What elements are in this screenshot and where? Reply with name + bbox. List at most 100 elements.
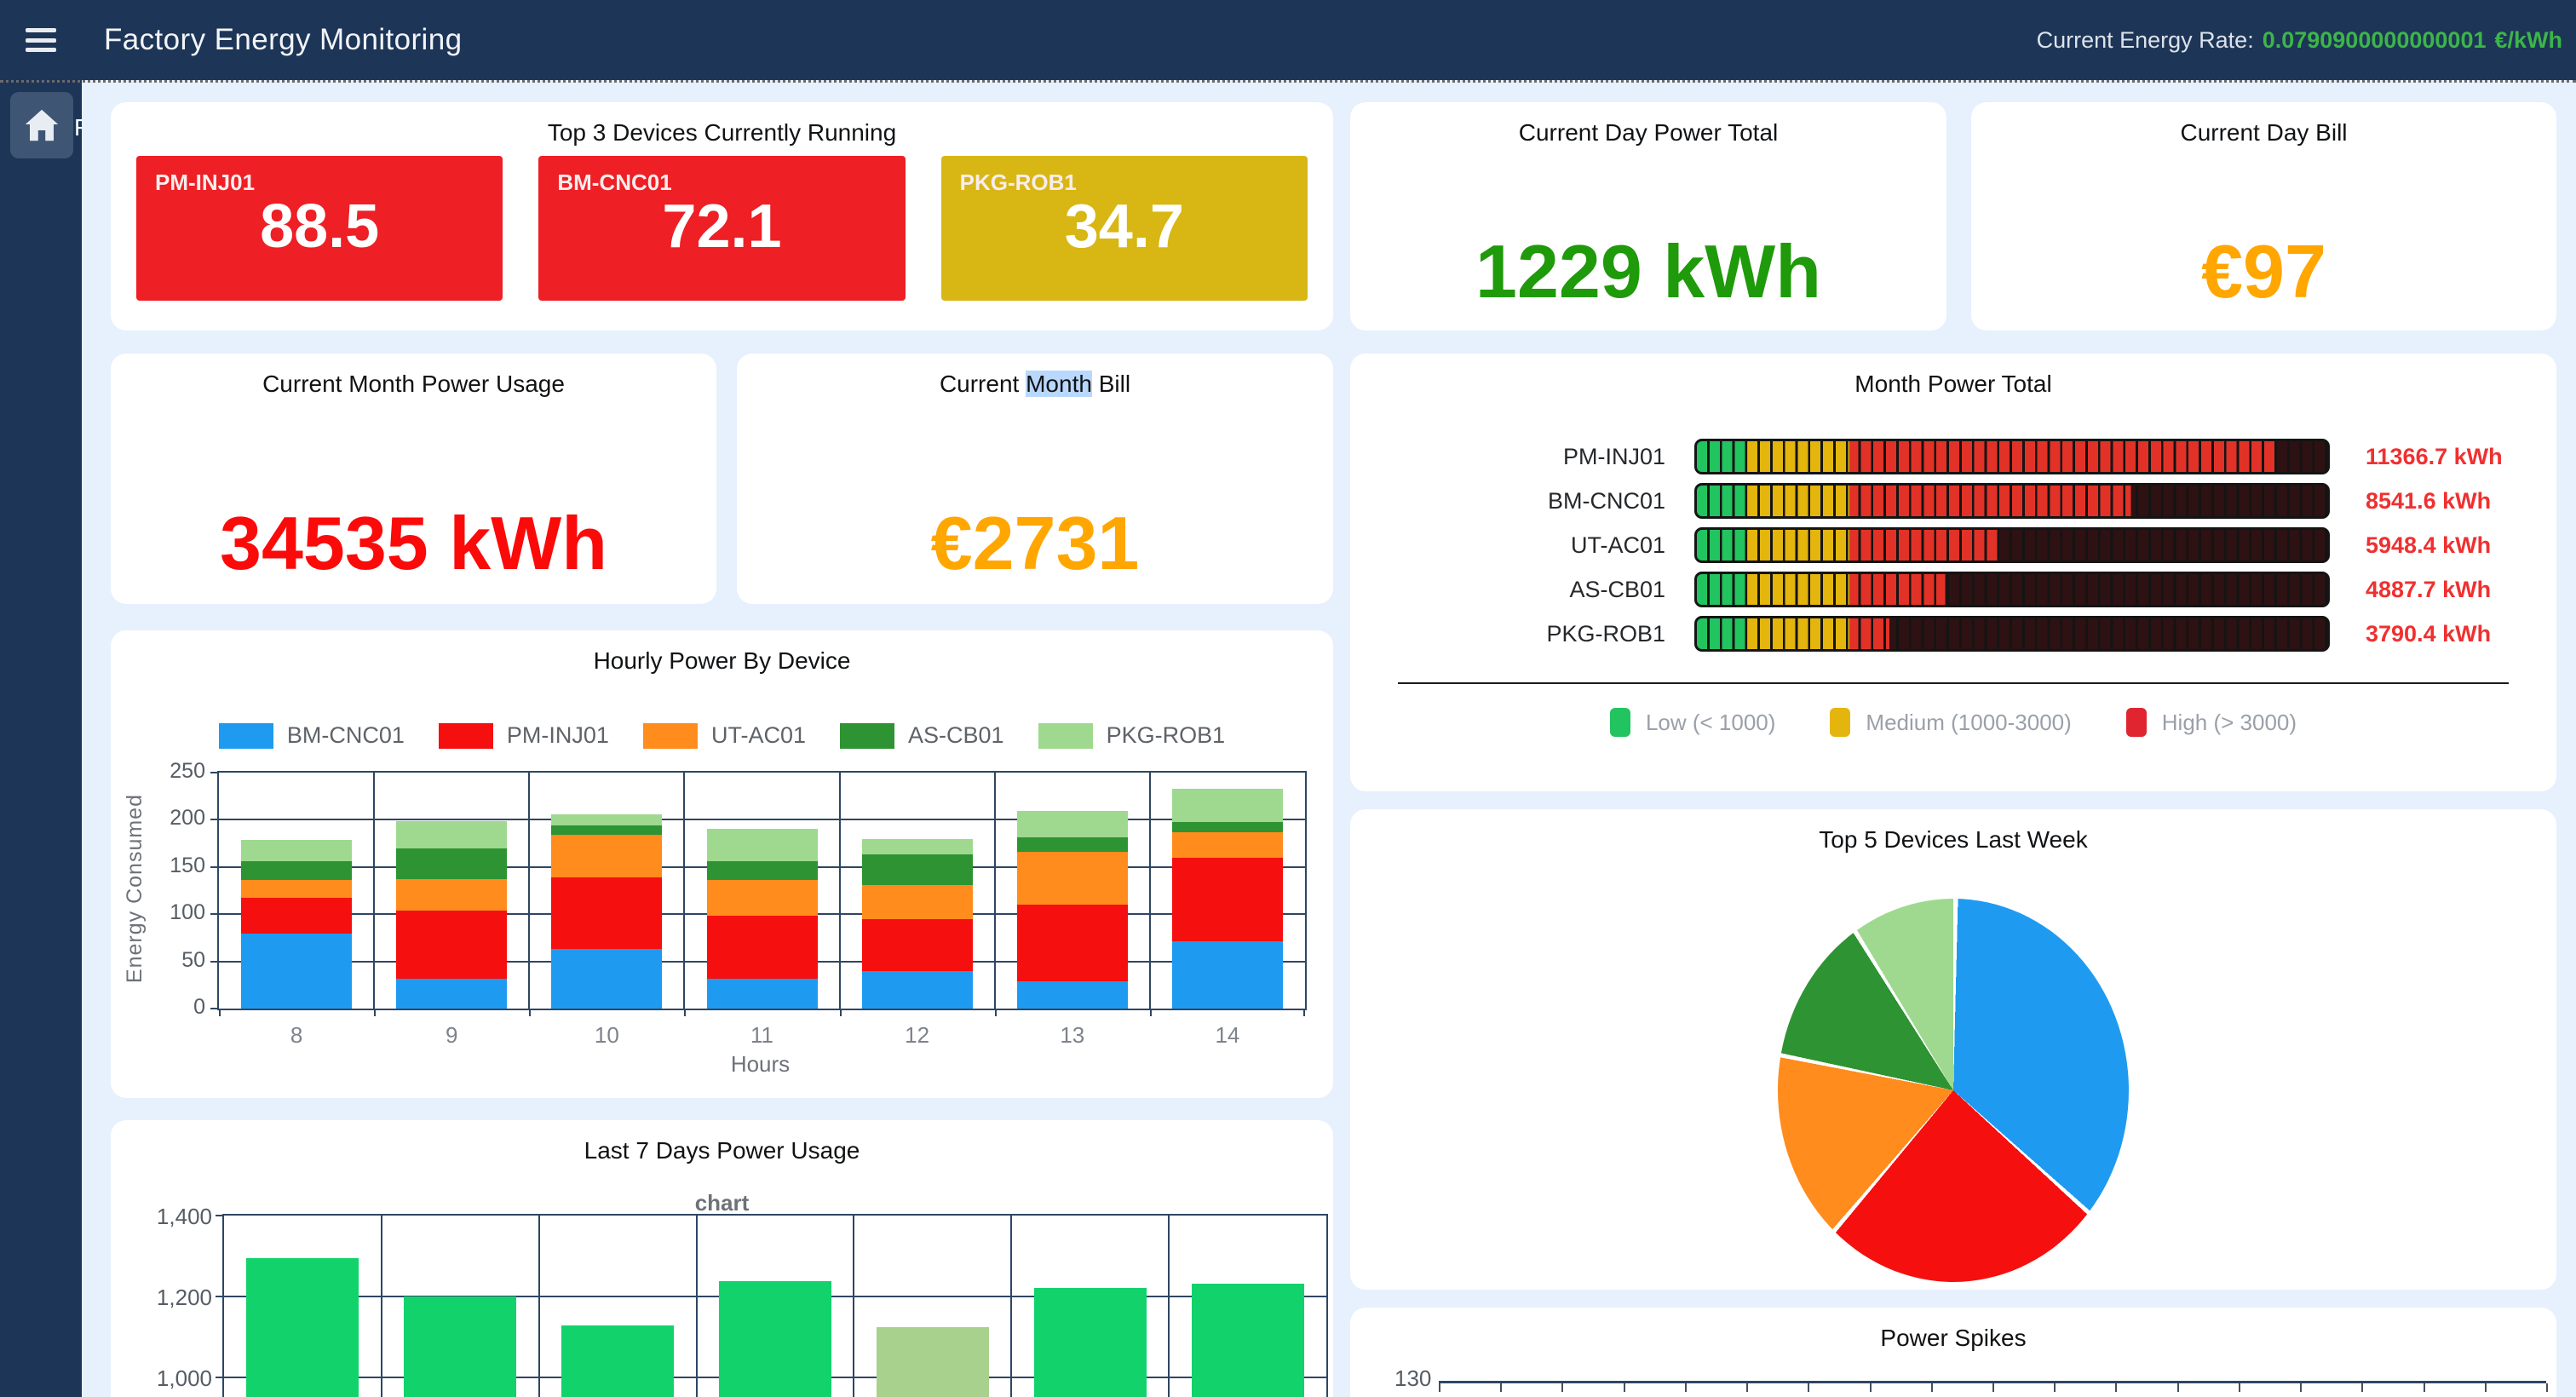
bar-segment-AS-CB01[interactable] [1172, 822, 1283, 832]
legend-item: Low (< 1000) [1610, 708, 1775, 737]
bar-segment-AS-CB01[interactable] [241, 861, 352, 880]
bar-segment-PM-INJ01[interactable] [862, 919, 973, 971]
x-tick-mark [2361, 1383, 2363, 1392]
bar-segment-UT-AC01[interactable] [1017, 852, 1128, 905]
legend-label: BM-CNC01 [287, 722, 405, 749]
legend-item[interactable]: PKG-ROB1 [1038, 722, 1226, 749]
gridline-vertical [528, 773, 530, 1009]
bar[interactable] [1034, 1288, 1147, 1397]
bar-segment-BM-CNC01[interactable] [241, 934, 352, 1009]
bar-segment-PM-INJ01[interactable] [1017, 905, 1128, 981]
bar-segment-AS-CB01[interactable] [862, 854, 973, 884]
bar-segment-AS-CB01[interactable] [396, 848, 507, 880]
x-tick-mark [1992, 1383, 1994, 1392]
bar-plot[interactable]: 1,4001,2001,000 [222, 1214, 1328, 1397]
gauge-device-label: UT-AC01 [1384, 532, 1694, 559]
bar-segment-UT-AC01[interactable] [1172, 832, 1283, 858]
bar-segment-PM-INJ01[interactable] [241, 898, 352, 934]
bar[interactable] [877, 1327, 989, 1397]
bar-segment-PM-INJ01[interactable] [396, 911, 507, 979]
bar-segment-PM-INJ01[interactable] [707, 916, 818, 978]
bar-segment-BM-CNC01[interactable] [396, 979, 507, 1009]
device-tile[interactable]: BM-CNC01 72.1 [538, 156, 905, 301]
x-tick-mark [1624, 1383, 1625, 1392]
x-axis-title: Hours [217, 1051, 1303, 1078]
device-tile[interactable]: PKG-ROB1 34.7 [941, 156, 1308, 301]
bar[interactable] [719, 1281, 831, 1397]
bar-segment-UT-AC01[interactable] [241, 880, 352, 898]
hamburger-menu-icon[interactable] [26, 28, 56, 52]
bar-segment-PKG-ROB1[interactable] [707, 829, 818, 861]
legend-item[interactable]: AS-CB01 [840, 722, 1004, 749]
legend-swatch [1830, 708, 1850, 737]
bar[interactable] [246, 1258, 359, 1397]
bar-segment-PM-INJ01[interactable] [551, 877, 662, 949]
day-bill-value: €97 [1971, 228, 2556, 315]
card-title: Current Month Power Usage [111, 371, 716, 398]
gridline-vertical [1149, 773, 1151, 1009]
bar-segment-BM-CNC01[interactable] [862, 971, 973, 1009]
month-bill-value: €2731 [737, 500, 1333, 587]
bar-segment-UT-AC01[interactable] [862, 885, 973, 919]
bar-segment-UT-AC01[interactable] [707, 880, 818, 916]
bar-segment-PKG-ROB1[interactable] [396, 821, 507, 848]
device-value: 72.1 [538, 192, 905, 262]
bar-segment-PKG-ROB1[interactable] [241, 840, 352, 861]
pie-chart[interactable] [1778, 899, 2129, 1282]
legend-label: High (> 3000) [2162, 710, 2297, 736]
bar-segment-PKG-ROB1[interactable] [1017, 811, 1128, 837]
x-tick-mark [1500, 1383, 1502, 1392]
y-tick-mark [216, 1215, 224, 1216]
bar-segment-UT-AC01[interactable] [396, 879, 507, 911]
gridline-vertical [839, 773, 841, 1009]
chart-title: Last 7 Days Power Usage [111, 1137, 1333, 1164]
bar-segment-BM-CNC01[interactable] [707, 979, 818, 1009]
gauge-device-label: PM-INJ01 [1384, 444, 1694, 470]
chart-title: Power Spikes [1350, 1325, 2556, 1352]
legend-item[interactable]: UT-AC01 [643, 722, 806, 749]
bar-segment-BM-CNC01[interactable] [1017, 981, 1128, 1009]
gauge-bar [1694, 616, 2330, 652]
bar-segment-AS-CB01[interactable] [1017, 837, 1128, 852]
bar-segment-BM-CNC01[interactable] [551, 949, 662, 1009]
legend-swatch [1038, 723, 1093, 749]
stacked-bar-plot[interactable]: 050100150200250891011121314 [217, 771, 1307, 1010]
y-tick-label: 150 [170, 854, 205, 878]
sidebar-item-home[interactable] [10, 92, 73, 158]
bar-segment-PM-INJ01[interactable] [1172, 858, 1283, 942]
top5-devices-card: Top 5 Devices Last Week [1350, 809, 2556, 1290]
gauge-bar [1694, 439, 2330, 474]
bar-segment-PKG-ROB1[interactable] [551, 814, 662, 825]
gridline-vertical [683, 773, 685, 1009]
legend-swatch [2126, 708, 2147, 737]
sidebar: F [0, 80, 82, 1397]
bar[interactable] [404, 1296, 516, 1397]
bar-segment-PKG-ROB1[interactable] [1172, 789, 1283, 822]
current-month-bill-card: Current Month Bill €2731 [737, 354, 1333, 604]
x-tick-mark [529, 1009, 531, 1016]
device-tile[interactable]: PM-INJ01 88.5 [136, 156, 503, 301]
gauge-bar [1694, 527, 2330, 563]
x-tick-mark [1931, 1383, 1933, 1392]
y-axis-title: Energy Consumed [123, 771, 147, 1007]
gauge-row: BM-CNC018541.6 kWh [1384, 483, 2522, 519]
device-tiles: PM-INJ01 88.5 BM-CNC01 72.1 PKG-ROB1 34.… [136, 156, 1308, 301]
bar[interactable] [561, 1325, 674, 1397]
bar-segment-PKG-ROB1[interactable] [862, 839, 973, 855]
card-title: Current Day Power Total [1350, 119, 1946, 147]
x-tick-mark [374, 1009, 376, 1016]
x-tick-mark [2300, 1383, 2302, 1392]
bar-segment-AS-CB01[interactable] [551, 825, 662, 835]
day-power-value: 1229 kWh [1350, 228, 1946, 315]
bar[interactable] [1192, 1284, 1304, 1397]
bar-segment-AS-CB01[interactable] [707, 861, 818, 880]
legend-item[interactable]: BM-CNC01 [219, 722, 405, 749]
legend-label: Medium (1000-3000) [1866, 710, 2071, 736]
bar-segment-BM-CNC01[interactable] [1172, 941, 1283, 1009]
month-power-total-card: Month Power Total PM-INJ0111366.7 kWhBM-… [1350, 354, 2556, 791]
bar-segment-UT-AC01[interactable] [551, 835, 662, 877]
legend-item[interactable]: PM-INJ01 [439, 722, 609, 749]
y-tick-mark [210, 961, 219, 963]
x-tick-mark [2239, 1383, 2240, 1392]
x-tick-mark [840, 1009, 842, 1016]
